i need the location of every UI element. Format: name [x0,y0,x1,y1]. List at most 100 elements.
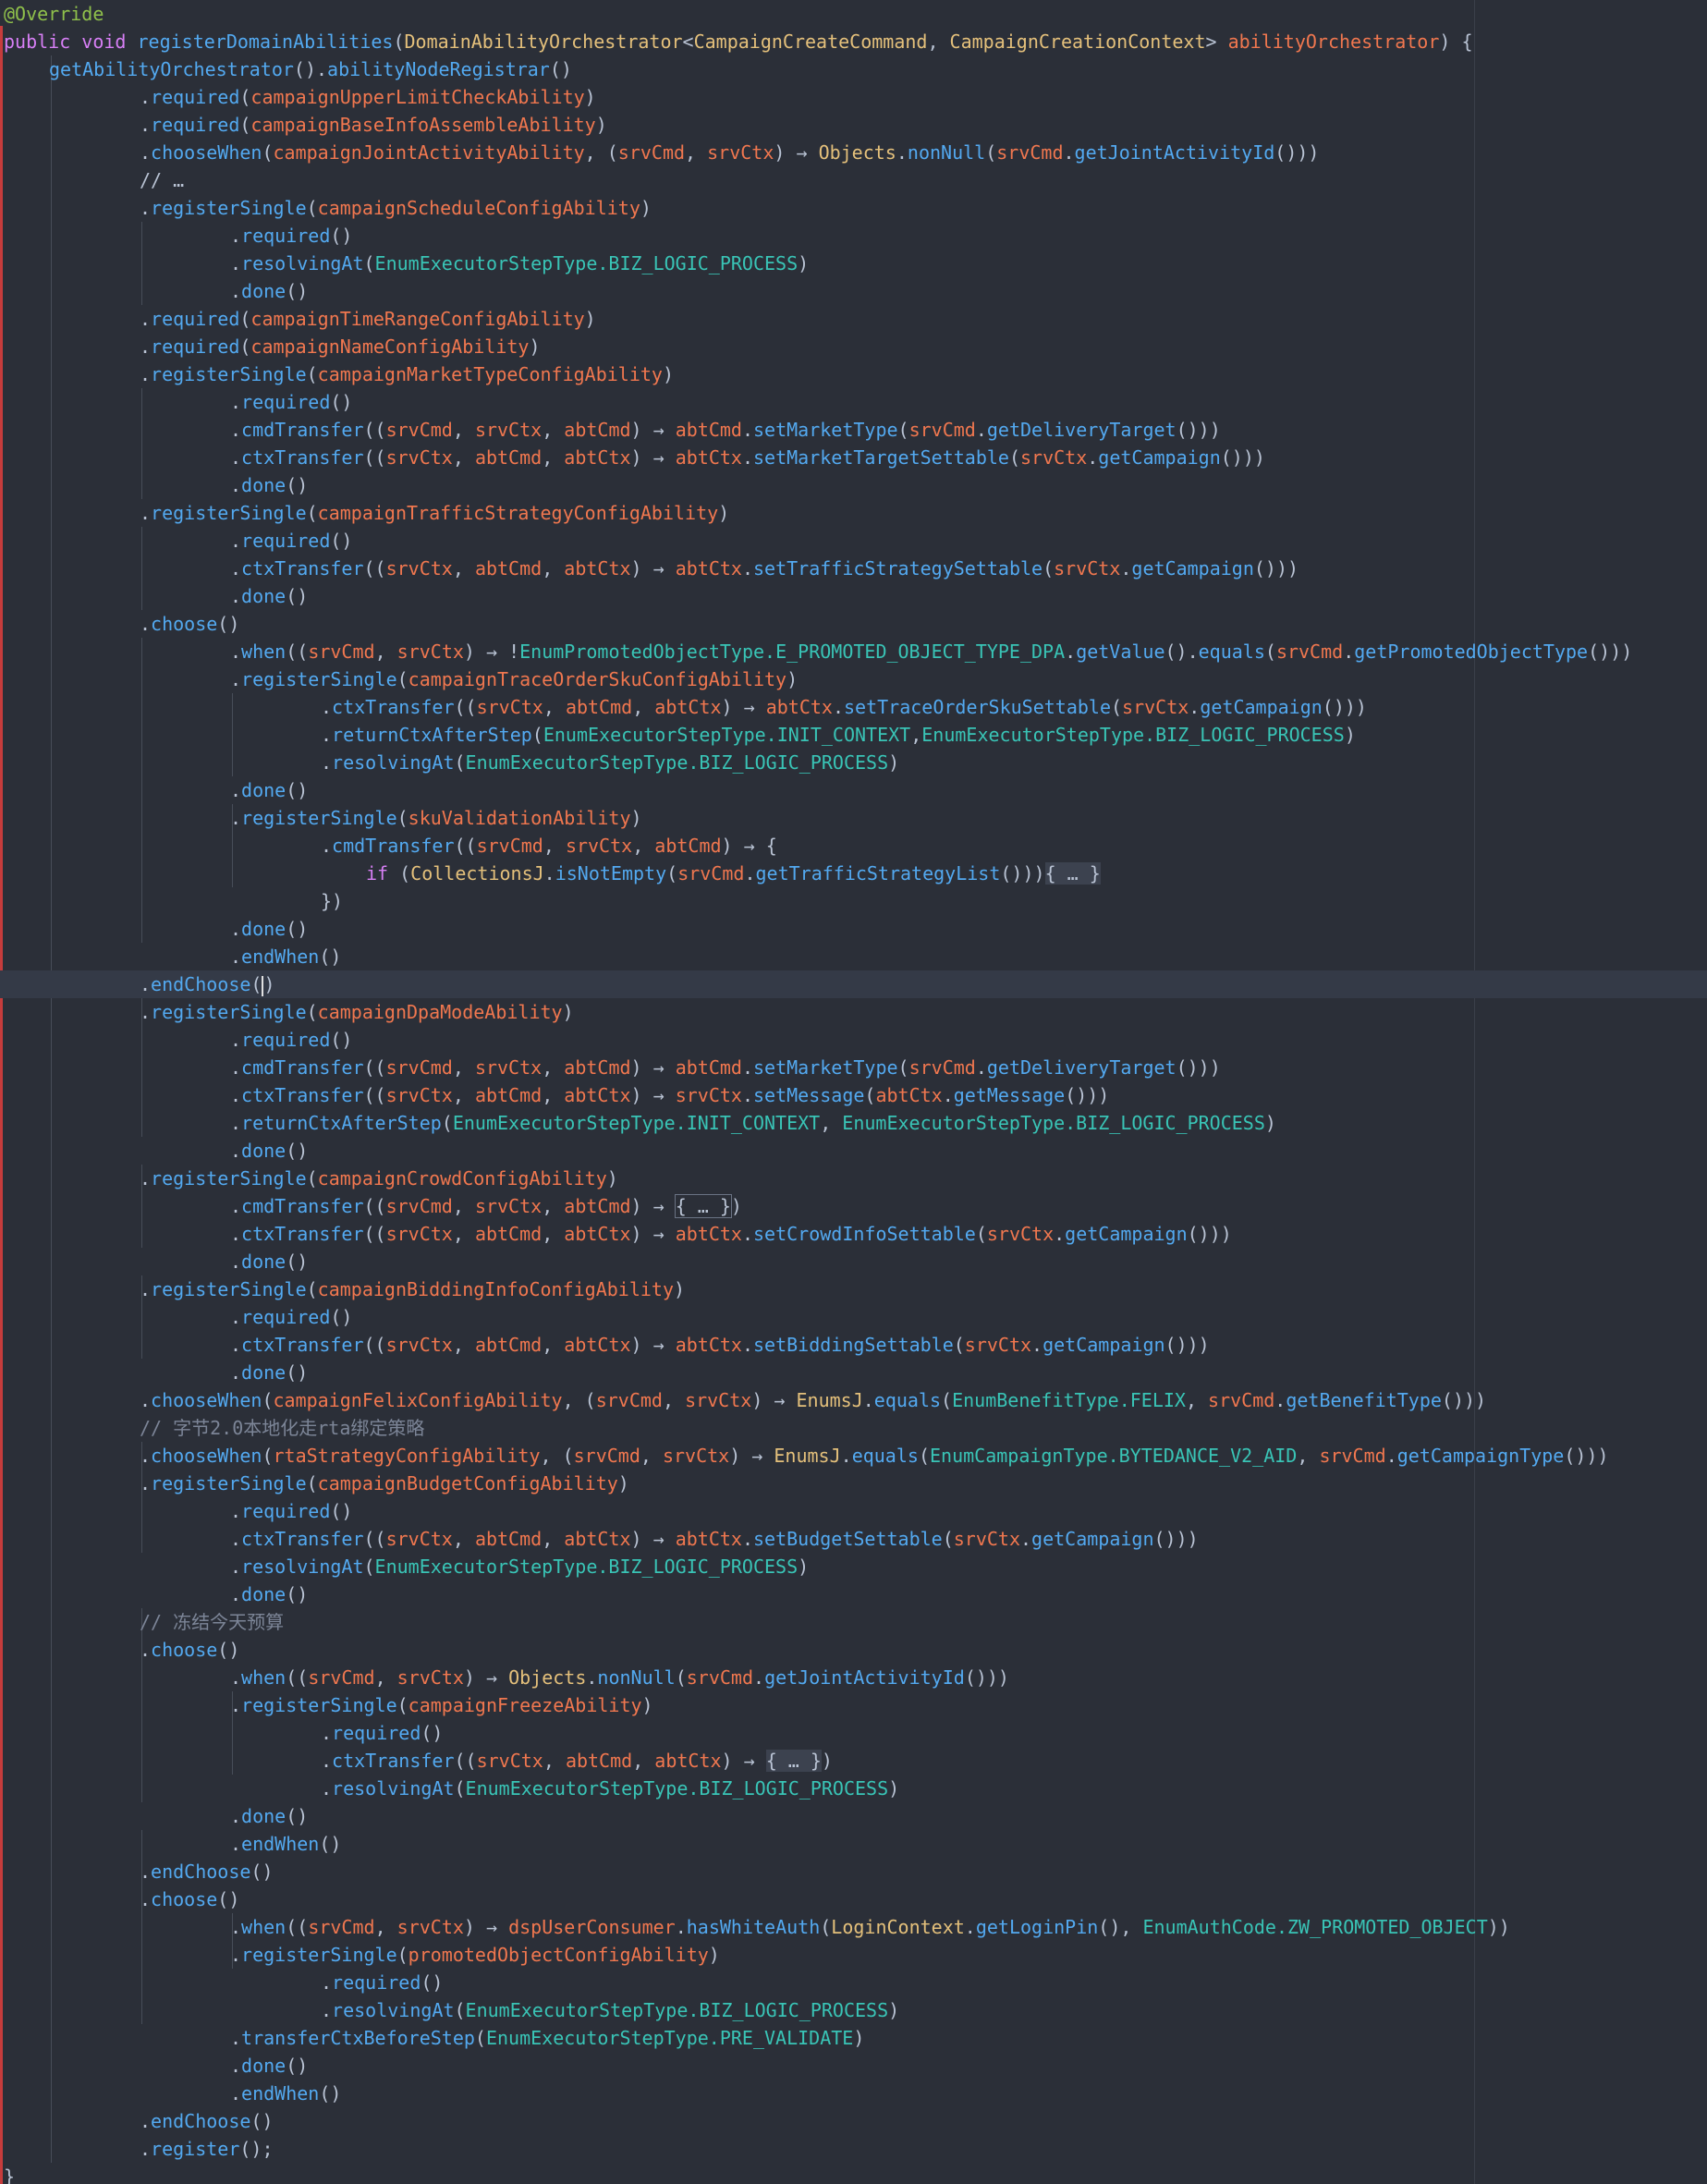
code-line[interactable]: .required() [0,527,1707,555]
code-line[interactable]: .when((srvCmd, srvCtx) → dspUserConsumer… [0,1913,1707,1941]
code-line[interactable]: .endChoose() [0,1858,1707,1885]
code-line[interactable]: .registerSingle(promotedObjectConfigAbil… [0,1941,1707,1969]
code-line[interactable]: .ctxTransfer((srvCtx, abtCmd, abtCtx) → … [0,1747,1707,1775]
code-line[interactable]: .ctxTransfer((srvCtx, abtCmd, abtCtx) → … [0,1331,1707,1359]
code-line[interactable]: .cmdTransfer((srvCmd, srvCtx, abtCmd) → … [0,1192,1707,1220]
code-line[interactable]: .returnCtxAfterStep(EnumExecutorStepType… [0,1109,1707,1137]
code-line[interactable]: .choose() [0,1885,1707,1913]
code-line[interactable]: .when((srvCmd, srvCtx) → Objects.nonNull… [0,1664,1707,1691]
code-line[interactable]: .registerSingle(campaignBudgetConfigAbil… [0,1470,1707,1497]
code-token: ( [306,197,318,219]
code-line[interactable]: .cmdTransfer((srvCmd, srvCtx, abtCmd) → … [0,832,1707,860]
code-line[interactable]: .registerSingle(campaignMarketTypeConfig… [0,360,1707,388]
code-line[interactable]: .ctxTransfer((srvCtx, abtCmd, abtCtx) → … [0,693,1707,721]
code-line[interactable]: .required() [0,1303,1707,1331]
code-line[interactable]: .registerSingle(campaignTraceOrderSkuCon… [0,665,1707,693]
code-token: . [140,973,152,995]
code-line[interactable]: .required(campaignNameConfigAbility) [0,333,1707,360]
code-line[interactable]: .returnCtxAfterStep(EnumExecutorStepType… [0,721,1707,749]
code-line[interactable]: // 冻结今天预算 [0,1608,1707,1636]
code-line[interactable]: .chooseWhen(rtaStrategyConfigAbility, (s… [0,1442,1707,1470]
code-line[interactable]: .endChoose() [0,970,1707,998]
code-line[interactable]: .done() [0,277,1707,305]
code-line[interactable]: .transferCtxBeforeStep(EnumExecutorStepT… [0,2024,1707,2052]
code-line[interactable]: .endWhen() [0,943,1707,970]
code-line[interactable]: .endChoose() [0,2107,1707,2135]
code-line[interactable]: .resolvingAt(EnumExecutorStepType.BIZ_LO… [0,1553,1707,1580]
folded-region[interactable]: { … } [674,1194,732,1218]
code-token: . [230,391,242,413]
code-line[interactable]: .registerSingle(campaignFreezeAbility) [0,1691,1707,1719]
code-line[interactable]: .registerSingle(campaignCrowdConfigAbili… [0,1165,1707,1192]
code-line[interactable]: .required() [0,388,1707,416]
code-token: . [1087,446,1099,469]
code-line[interactable]: .done() [0,776,1707,804]
code-line[interactable]: public void registerDomainAbilities(Doma… [0,28,1707,55]
code-line[interactable]: .chooseWhen(campaignJointActivityAbility… [0,139,1707,166]
code-token: . [140,1167,152,1190]
code-line[interactable]: .endWhen() [0,1830,1707,1858]
code-line[interactable]: .choose() [0,1636,1707,1664]
code-line[interactable]: // … [0,166,1707,194]
code-line[interactable]: .required() [0,1026,1707,1054]
code-token: setMarketType [753,1056,898,1079]
code-line[interactable]: .required(campaignTimeRangeConfigAbility… [0,305,1707,333]
code-line[interactable]: .ctxTransfer((srvCtx, abtCmd, abtCtx) → … [0,444,1707,471]
code-line[interactable]: .cmdTransfer((srvCmd, srvCtx, abtCmd) → … [0,1054,1707,1081]
code-line[interactable]: .required(campaignBaseInfoAssembleAbilit… [0,111,1707,139]
code-token: srvCtx [385,1528,453,1550]
code-line[interactable]: .registerSingle(campaignTrafficStrategyC… [0,499,1707,527]
code-line[interactable]: .cmdTransfer((srvCmd, srvCtx, abtCmd) → … [0,416,1707,444]
folded-region[interactable]: { … } [765,1750,822,1772]
code-line[interactable]: .done() [0,582,1707,610]
code-line[interactable]: .ctxTransfer((srvCtx, abtCmd, abtCtx) → … [0,1081,1707,1109]
code-token: srvCtx [396,1666,464,1689]
code-token: , [632,1750,655,1772]
code-line[interactable]: .required() [0,1719,1707,1747]
code-line[interactable]: .choose() [0,610,1707,638]
code-line[interactable]: .done() [0,1359,1707,1386]
code-line[interactable]: .required() [0,1497,1707,1525]
code-line[interactable]: .when((srvCmd, srvCtx) → !EnumPromotedOb… [0,638,1707,665]
code-line[interactable]: .required(campaignUpperLimitCheckAbility… [0,83,1707,111]
code-line[interactable]: .ctxTransfer((srvCtx, abtCmd, abtCtx) → … [0,1525,1707,1553]
code-line[interactable]: } [0,2163,1707,2184]
code-line[interactable]: .done() [0,471,1707,499]
code-line[interactable]: .done() [0,1580,1707,1608]
code-line[interactable]: getAbilityOrchestrator().abilityNodeRegi… [0,55,1707,83]
code-line[interactable]: .resolvingAt(EnumExecutorStepType.BIZ_LO… [0,1775,1707,1802]
code-line[interactable]: .registerSingle(campaignDpaModeAbility) [0,998,1707,1026]
code-token: (( [454,696,477,718]
code-line[interactable]: }) [0,887,1707,915]
code-line[interactable]: .registerSingle(skuValidationAbility) [0,804,1707,832]
code-token: . [741,1223,753,1245]
code-line[interactable]: .done() [0,915,1707,943]
code-line[interactable]: // 字节2.0本地化走rta绑定策略 [0,1414,1707,1442]
code-line[interactable]: .done() [0,2052,1707,2080]
code-line[interactable]: .registerSingle(campaignBiddingInfoConfi… [0,1275,1707,1303]
code-line[interactable]: .done() [0,1802,1707,1830]
code-line[interactable]: .registerSingle(campaignScheduleConfigAb… [0,194,1707,222]
code-line[interactable]: .chooseWhen(campaignFelixConfigAbility, … [0,1386,1707,1414]
code-token: CampaignCreationContext [949,31,1206,53]
code-line[interactable]: if (CollectionsJ.isNotEmpty(srvCmd.getTr… [0,860,1707,887]
code-line[interactable]: .resolvingAt(EnumExecutorStepType.BIZ_LO… [0,1996,1707,2024]
code-line[interactable]: .resolvingAt(EnumExecutorStepType.BIZ_LO… [0,749,1707,776]
code-line[interactable]: .ctxTransfer((srvCtx, abtCmd, abtCtx) → … [0,1220,1707,1248]
code-line[interactable]: .done() [0,1137,1707,1165]
code-line[interactable]: .resolvingAt(EnumExecutorStepType.BIZ_LO… [0,250,1707,277]
code-token: required [332,1722,421,1744]
folded-region[interactable]: { … } [1044,862,1101,885]
code-token: ) → [630,419,676,441]
code-line[interactable]: .ctxTransfer((srvCtx, abtCmd, abtCtx) → … [0,555,1707,582]
code-token: . [321,751,333,774]
code-line[interactable]: .required() [0,1969,1707,1996]
code-line[interactable]: .done() [0,1248,1707,1275]
code-editor[interactable]: @Override public void registerDomainAbili… [0,0,1707,2184]
code-token: srvCtx [396,1916,464,1938]
code-line[interactable]: .register(); [0,2135,1707,2163]
code-line[interactable]: .required() [0,222,1707,250]
code-line[interactable]: .endWhen() [0,2080,1707,2107]
code-line[interactable]: @Override [0,0,1707,28]
code-token: campaignTimeRangeConfigAbility [250,308,585,330]
